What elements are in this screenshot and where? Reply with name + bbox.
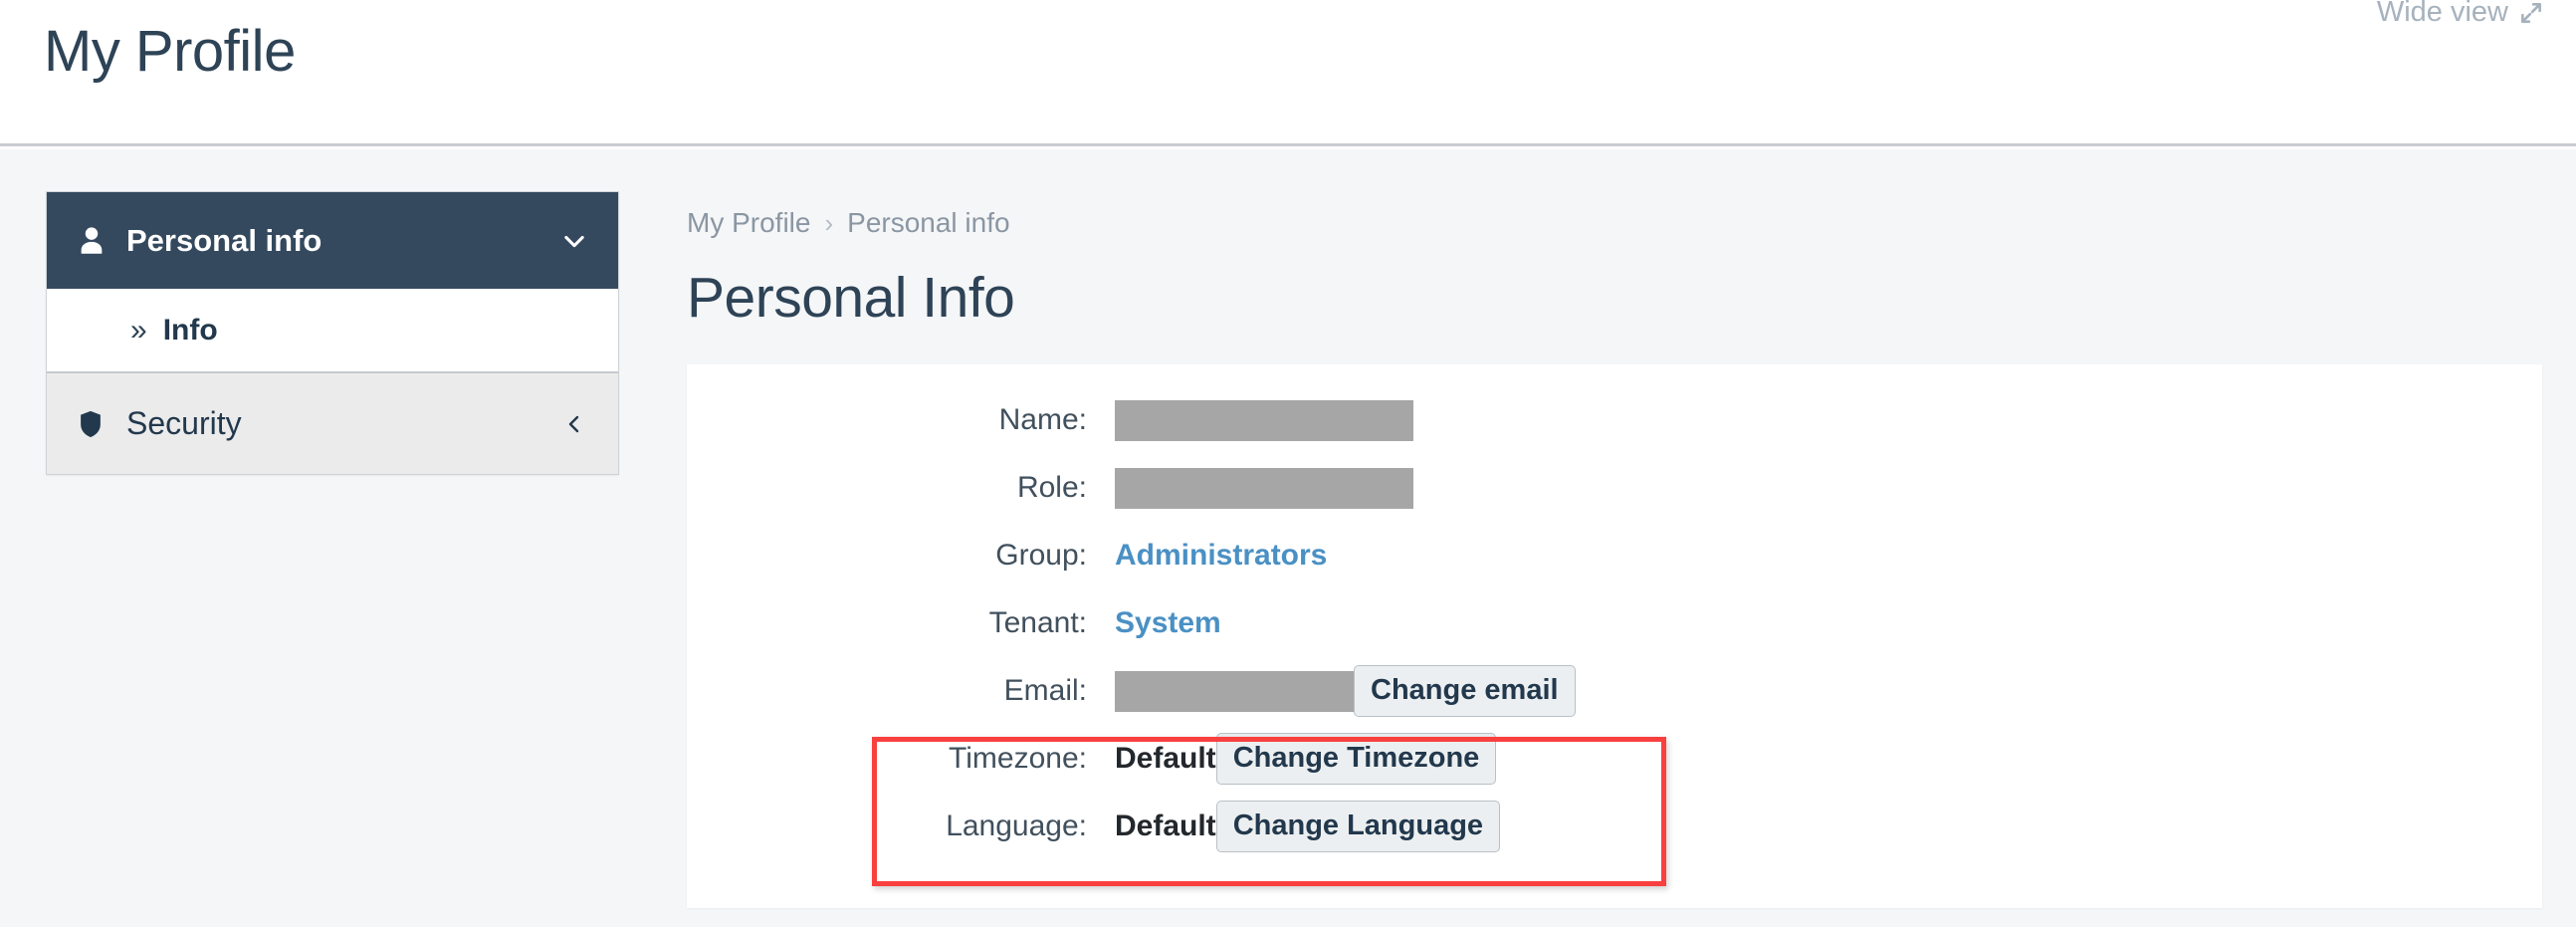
form-row-name: Name: bbox=[687, 386, 2542, 454]
form-row-role: Role: bbox=[687, 454, 2542, 522]
redacted-role-value bbox=[1115, 467, 1413, 509]
chevron-down-icon[interactable] bbox=[560, 227, 588, 255]
redacted-name-value bbox=[1115, 399, 1413, 441]
page-title: My Profile bbox=[44, 19, 296, 84]
language-label: Language: bbox=[946, 810, 1087, 842]
top-header-bar: My Profile Wide view bbox=[0, 0, 2576, 146]
timezone-label: Timezone: bbox=[949, 742, 1087, 775]
page-body: Personal info » Info Security My Profile… bbox=[0, 149, 2576, 927]
role-value bbox=[1115, 467, 1413, 509]
breadcrumb-item-personal-info: Personal info bbox=[847, 207, 1010, 238]
tenant-label: Tenant: bbox=[988, 606, 1087, 639]
breadcrumb-separator-icon: › bbox=[824, 207, 834, 238]
role-label: Role: bbox=[1016, 471, 1087, 504]
change-timezone-button[interactable]: Change Timezone bbox=[1215, 733, 1497, 785]
name-value bbox=[1115, 399, 1413, 441]
personal-info-form: Name: Role: Group: Administrators Tenant… bbox=[687, 386, 2542, 860]
redacted-email-value bbox=[1115, 670, 1354, 712]
form-row-email: Email: Change email bbox=[687, 657, 2542, 725]
name-label: Name: bbox=[998, 403, 1087, 436]
sidebar-item-label: Security bbox=[126, 405, 242, 441]
breadcrumb-item-my-profile[interactable]: My Profile bbox=[687, 207, 810, 239]
group-link[interactable]: Administrators bbox=[1115, 539, 1327, 573]
change-email-button[interactable]: Change email bbox=[1354, 665, 1576, 717]
expand-arrows-icon bbox=[2518, 0, 2544, 26]
sidebar-item-personal-info[interactable]: Personal info bbox=[47, 192, 618, 289]
tenant-value: System bbox=[1115, 606, 1221, 640]
wide-view-toggle[interactable]: Wide view bbox=[2377, 0, 2544, 29]
form-row-timezone: Timezone: Default Change Timezone bbox=[687, 725, 2542, 793]
language-current-value: Default bbox=[1115, 810, 1216, 842]
form-row-tenant: Tenant: System bbox=[687, 589, 2542, 657]
group-value: Administrators bbox=[1115, 539, 1327, 573]
email-value: Change email bbox=[1115, 665, 1576, 717]
timezone-current-value: Default bbox=[1115, 742, 1216, 775]
form-row-group: Group: Administrators bbox=[687, 522, 2542, 589]
change-language-button[interactable]: Change Language bbox=[1215, 801, 1501, 852]
chevron-left-icon[interactable] bbox=[562, 412, 586, 436]
sidebar-subitem-label: Info bbox=[162, 313, 218, 347]
main-content: My Profile › Personal info Personal Info… bbox=[687, 149, 2542, 908]
sidebar-subitem-info[interactable]: » Info bbox=[47, 289, 618, 371]
shield-icon bbox=[75, 407, 107, 441]
timezone-value: Default Change Timezone bbox=[1115, 733, 1497, 785]
content-title: Personal Info bbox=[687, 266, 1015, 330]
group-label: Group: bbox=[995, 539, 1087, 572]
wide-view-label: Wide view bbox=[2376, 0, 2508, 28]
email-label: Email: bbox=[1003, 674, 1087, 707]
tenant-link[interactable]: System bbox=[1115, 606, 1221, 640]
sidebar-item-label: Personal info bbox=[126, 222, 322, 258]
profile-sidebar: Personal info » Info Security bbox=[46, 191, 619, 475]
double-chevron-right-icon: » bbox=[130, 313, 147, 347]
sidebar-item-security[interactable]: Security bbox=[47, 371, 618, 474]
breadcrumb: My Profile › Personal info bbox=[687, 207, 2542, 239]
form-row-language: Language: Default Change Language bbox=[687, 793, 2542, 860]
personal-info-card: Name: Role: Group: Administrators Tenant… bbox=[687, 364, 2542, 908]
language-value: Default Change Language bbox=[1115, 801, 1501, 852]
user-icon bbox=[75, 224, 108, 258]
